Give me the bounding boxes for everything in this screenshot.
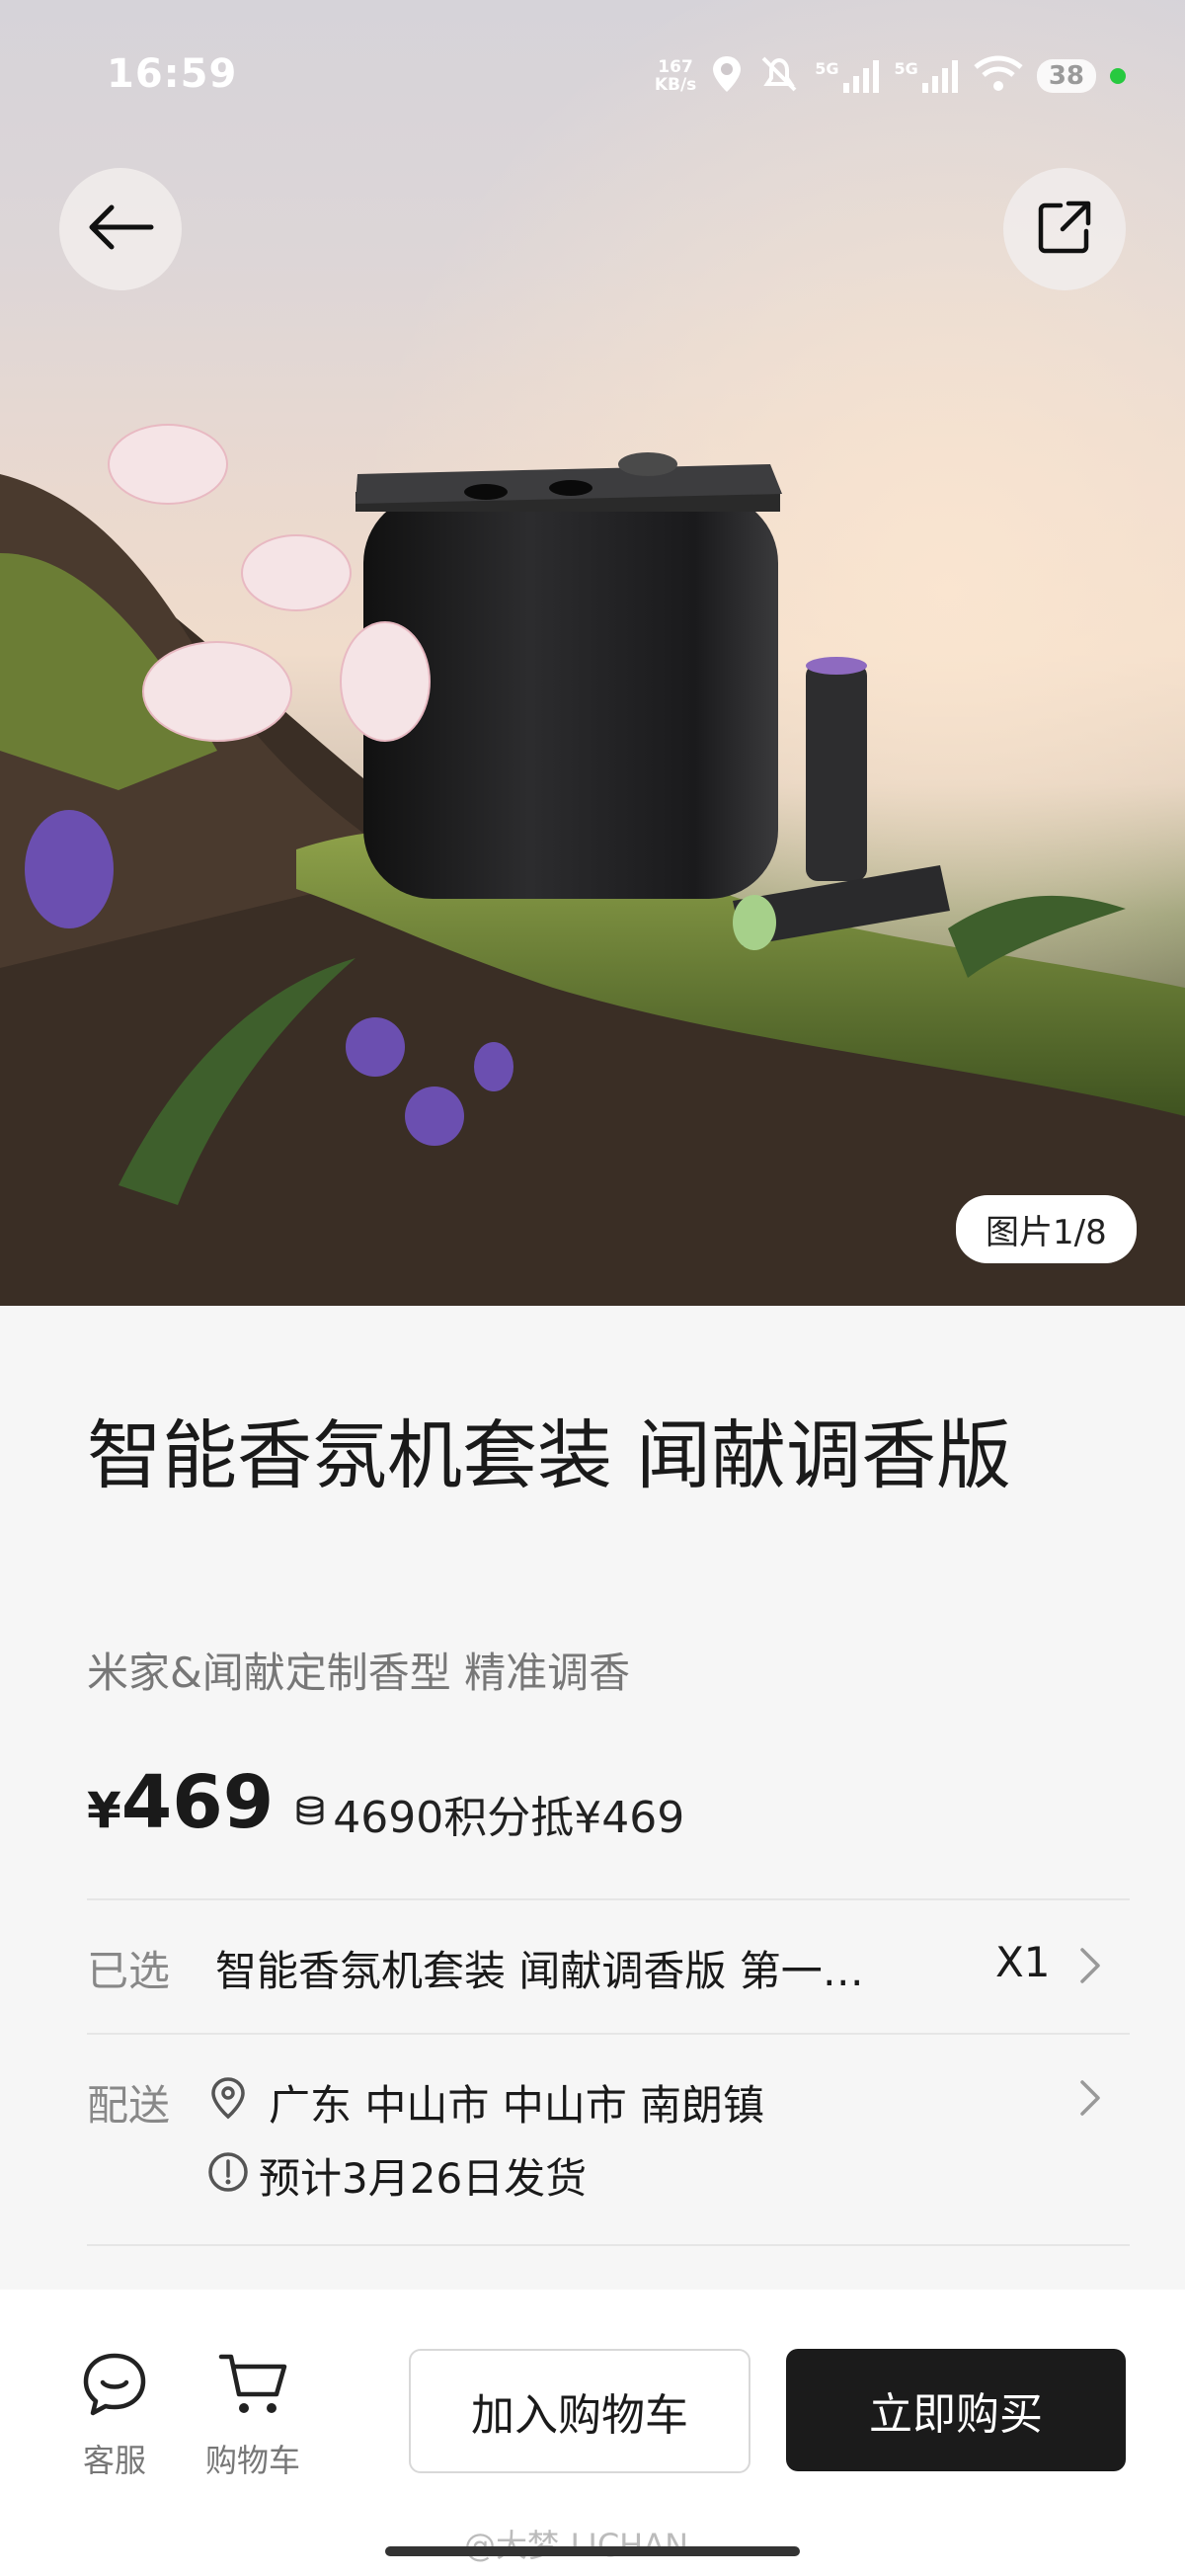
points-coin-icon (293, 1788, 327, 1838)
battery-indicator: 38 (1036, 59, 1096, 93)
points-text: 4690积分抵¥469 (333, 1792, 685, 1843)
chevron-right-icon (1078, 1946, 1102, 1989)
selected-value: 智能香氛机套装 闻献调香版 第一… (215, 1947, 864, 1995)
price-row: ¥ 469 4690积分抵¥469 (87, 1760, 684, 1845)
chevron-right-icon (1078, 2078, 1102, 2122)
selected-spec-row[interactable]: 已选 智能香氛机套装 闻献调香版 第一… X1 (0, 1898, 1185, 2033)
points-info: 4690积分抵¥469 (293, 1782, 684, 1845)
product-info: 智能香氛机套装 闻献调香版 米家&闻献定制香型 精准调香 ¥ 469 4690积… (0, 1306, 1185, 2294)
cart-button[interactable]: 购物车 (194, 2349, 312, 2481)
product-subtitle: 米家&闻献定制香型 精准调香 (87, 1649, 631, 1697)
location-pin-icon (209, 2076, 247, 2124)
share-button[interactable] (1003, 168, 1126, 290)
delivery-label: 配送 (87, 2081, 171, 2130)
share-icon (1037, 200, 1092, 259)
signal-icon: 5G (815, 59, 880, 93)
status-time: 16:59 (107, 51, 238, 97)
bottom-action-bar: 客服 购物车 加入购物车 立即购买 @大梦-LICHAN (0, 2290, 1185, 2576)
signal-label: 5G (894, 59, 918, 78)
product-image-carousel[interactable]: 16:59 167 KB/s 5G 5G 38 图片1/8 (0, 0, 1185, 1306)
product-title: 智能香氛机套装 闻献调香版 (87, 1411, 1012, 1499)
price-value: 469 (120, 1760, 275, 1845)
image-counter-badge: 图片1/8 (956, 1195, 1137, 1263)
ship-date: 预计3月26日发货 (259, 2154, 588, 2203)
price-currency: ¥ (87, 1782, 121, 1839)
signal-icon: 5G (895, 59, 960, 93)
divider (87, 2244, 1130, 2246)
net-speed-value: 167 (658, 57, 693, 77)
wifi-icon (974, 55, 1023, 97)
arrow-left-icon (86, 202, 155, 256)
delivery-address: 广东 中山市 中山市 南朗镇 (269, 2081, 765, 2130)
net-speed-unit: KB/s (654, 75, 697, 95)
customer-service-label: 客服 (82, 2442, 146, 2479)
location-icon (710, 54, 744, 98)
net-speed: 167 KB/s (655, 58, 696, 94)
info-circle-icon (207, 2151, 249, 2197)
cart-label: 购物车 (204, 2442, 300, 2479)
selected-label: 已选 (87, 1947, 171, 1995)
add-to-cart-button[interactable]: 加入购物车 (409, 2349, 750, 2473)
selected-quantity: X1 (995, 1938, 1051, 1986)
customer-service-button[interactable]: 客服 (55, 2349, 174, 2481)
mute-bell-icon (757, 54, 801, 98)
signal-label: 5G (815, 59, 839, 78)
buy-now-button[interactable]: 立即购买 (786, 2349, 1126, 2471)
privacy-dot (1110, 68, 1126, 84)
product-photo (0, 0, 1185, 1306)
chat-bubble-icon (81, 2351, 148, 2426)
delivery-row[interactable]: 配送 广东 中山市 中山市 南朗镇 预计3月26日发货 (0, 2033, 1185, 2244)
status-bar: 16:59 167 KB/s 5G 5G 38 (0, 0, 1185, 158)
shopping-cart-icon (217, 2351, 288, 2426)
watermark-text: @大梦-LICHAN (464, 2527, 689, 2564)
home-indicator[interactable] (385, 2546, 800, 2556)
back-button[interactable] (59, 168, 182, 290)
